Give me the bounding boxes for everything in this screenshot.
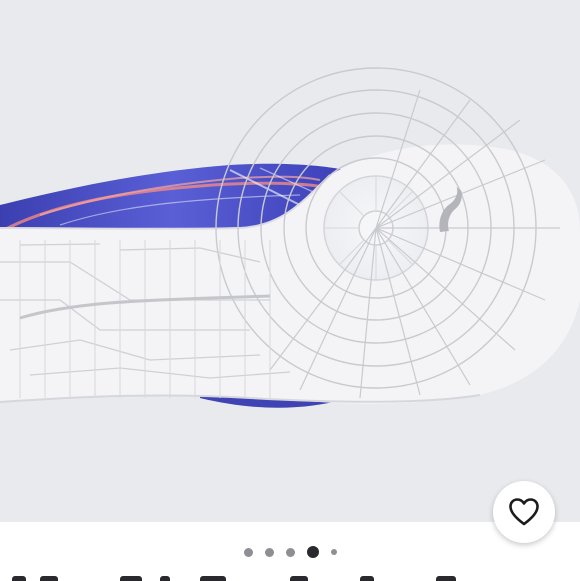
carousel-dot-3[interactable]: [285, 547, 295, 557]
carousel-dot-4-active[interactable]: [306, 546, 319, 558]
shoe-sole-graphic: [0, 67, 580, 408]
carousel-dot-1[interactable]: [243, 547, 253, 557]
product-image[interactable]: [0, 0, 580, 522]
favorite-button[interactable]: [493, 481, 555, 543]
cropped-title-text: [0, 572, 580, 581]
carousel-indicator: [0, 543, 580, 561]
heart-outline-icon: [509, 498, 539, 526]
carousel-dot-5[interactable]: [330, 549, 337, 555]
carousel-dot-2[interactable]: [264, 547, 274, 557]
